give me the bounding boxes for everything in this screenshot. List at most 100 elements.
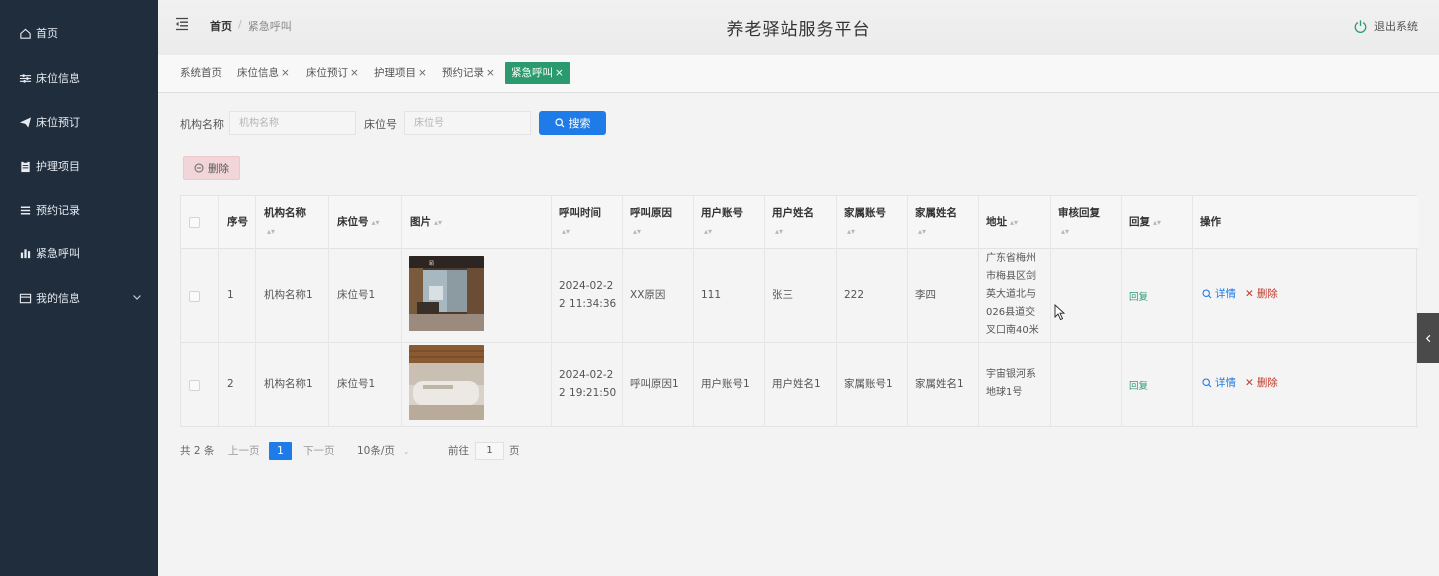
- column-divider: [693, 196, 694, 426]
- sidebar-item-bed-info[interactable]: 床位信息: [0, 56, 158, 100]
- sidebar-item-label: 首页: [36, 27, 58, 40]
- cell-user-account: 111: [701, 289, 722, 301]
- row-checkbox[interactable]: [189, 380, 200, 391]
- mouse-cursor-icon: [1054, 304, 1066, 321]
- close-icon[interactable]: ×: [281, 67, 290, 79]
- page-size-select[interactable]: 10条/页 ⌄: [357, 442, 410, 461]
- cell-bed: 床位号1: [337, 378, 376, 390]
- row-image-reception[interactable]: [409, 345, 484, 420]
- column-header-call-time[interactable]: 呼叫时间 ▴▾: [559, 204, 601, 241]
- column-header-org[interactable]: 机构名称 ▴▾: [264, 204, 306, 241]
- column-header-family-account[interactable]: 家属账号 ▴▾: [844, 204, 886, 241]
- cell-bed: 床位号1: [337, 289, 376, 301]
- sidebar-item-appointments[interactable]: 预约记录: [0, 188, 158, 232]
- sort-icon: ▴▾: [633, 227, 642, 236]
- column-divider: [836, 196, 837, 426]
- logout-button[interactable]: 退出系统: [1353, 18, 1418, 34]
- close-icon[interactable]: ×: [486, 67, 495, 79]
- page-suffix: 页: [509, 445, 520, 457]
- cell-address: 广东省梅州 市梅县区剑 英大道北与 026县道交 叉口南40米: [986, 253, 1039, 336]
- cell-family-account: 家属账号1: [844, 378, 893, 390]
- home-icon: [18, 26, 32, 40]
- column-header-user-name[interactable]: 用户姓名 ▴▾: [772, 204, 814, 241]
- sort-icon: ▴▾: [562, 227, 571, 236]
- tab-care-items[interactable]: 护理项目 ×: [374, 62, 427, 84]
- column-header-bed[interactable]: 床位号 ▴▾: [337, 213, 380, 232]
- column-divider: [764, 196, 765, 426]
- tab-appointments[interactable]: 预约记录 ×: [442, 62, 495, 84]
- tab-label: 床位信息: [237, 67, 279, 79]
- bar-chart-icon: [18, 246, 32, 260]
- side-panel-toggle[interactable]: [1417, 313, 1439, 363]
- cell-family-name: 李四: [915, 289, 936, 301]
- sort-icon: ▴▾: [918, 227, 927, 236]
- detail-button[interactable]: 详情: [1202, 375, 1236, 390]
- column-header-user-account[interactable]: 用户账号 ▴▾: [701, 204, 743, 241]
- delete-label: 删除: [1256, 288, 1278, 300]
- cell-call-reason: 呼叫原因1: [630, 378, 679, 390]
- column-divider: [401, 196, 402, 426]
- bed-number-input[interactable]: [404, 111, 531, 135]
- logout-label: 退出系统: [1374, 20, 1418, 33]
- tab-bed-info[interactable]: 床位信息 ×: [237, 62, 290, 84]
- search-icon: [554, 118, 564, 128]
- sliders-icon: [18, 71, 32, 85]
- detail-button[interactable]: 详情: [1202, 286, 1236, 301]
- close-icon: ✕: [1245, 376, 1254, 389]
- batch-delete-button[interactable]: 删除: [183, 156, 240, 180]
- sidebar-item-care-items[interactable]: 护理项目: [0, 144, 158, 188]
- sidebar-item-bed-booking[interactable]: 床位预订: [0, 100, 158, 144]
- column-header-reply[interactable]: 回复 ▴▾: [1129, 213, 1161, 232]
- search-button[interactable]: 搜索: [539, 111, 606, 135]
- lobby-photo: 頤: [409, 256, 484, 331]
- pagination-next[interactable]: 下一页: [303, 442, 335, 460]
- reply-link[interactable]: 回复: [1129, 378, 1148, 392]
- column-divider: [1050, 196, 1051, 426]
- close-icon[interactable]: ×: [555, 67, 564, 79]
- sort-icon: ▴▾: [704, 227, 713, 236]
- select-all-checkbox[interactable]: [189, 217, 200, 228]
- sidebar-item-my-info[interactable]: 我的信息: [0, 276, 158, 320]
- column-header-address[interactable]: 地址 ▴▾: [986, 213, 1018, 232]
- cell-call-reason: XX原因: [630, 289, 666, 301]
- column-header-family-name[interactable]: 家属姓名 ▴▾: [915, 204, 957, 241]
- reception-photo: [409, 345, 484, 420]
- column-header-call-reason[interactable]: 呼叫原因 ▴▾: [630, 204, 672, 241]
- row-image-lobby[interactable]: 頤: [409, 256, 484, 331]
- sidebar-item-emergency[interactable]: 紧急呼叫: [0, 231, 158, 275]
- list-icon: [18, 203, 32, 217]
- close-icon: ✕: [1245, 287, 1254, 300]
- goto-label: 前往: [448, 445, 469, 457]
- goto-page-input[interactable]: 1: [475, 442, 504, 460]
- chevron-down-icon: ⌄: [402, 447, 410, 456]
- pagination-prev[interactable]: 上一页: [228, 442, 260, 460]
- tab-emergency[interactable]: 紧急呼叫 ×: [505, 62, 570, 84]
- tab-bed-booking[interactable]: 床位预订 ×: [306, 62, 359, 84]
- emergency-call-table: 序号 机构名称 ▴▾ 床位号 ▴▾ 图片 ▴▾ 呼叫时间 ▴▾ 呼叫原因 ▴▾ 用户账号 ▴…: [180, 195, 1418, 427]
- search-icon: [1202, 288, 1212, 298]
- cell-call-time: 2024-02-2 2 19:21:50: [559, 369, 617, 399]
- svg-text:頤: 頤: [429, 261, 434, 267]
- power-icon: [1354, 19, 1367, 33]
- row-checkbox[interactable]: [189, 291, 200, 302]
- tab-home[interactable]: 系统首页: [180, 62, 222, 84]
- column-divider: [328, 196, 329, 426]
- close-icon[interactable]: ×: [418, 67, 427, 79]
- tab-label: 紧急呼叫: [511, 67, 553, 79]
- delete-button[interactable]: ✕ 删除: [1245, 286, 1278, 301]
- sidebar-item-home[interactable]: 首页: [0, 11, 158, 55]
- sort-icon: ▴▾: [1061, 227, 1070, 236]
- pagination-current-page[interactable]: 1: [269, 442, 292, 460]
- delete-button[interactable]: ✕ 删除: [1245, 375, 1278, 390]
- column-divider: [978, 196, 979, 426]
- org-name-label: 机构名称: [180, 118, 224, 131]
- sidebar-item-label: 床位预订: [36, 116, 80, 129]
- org-name-input[interactable]: [229, 111, 356, 135]
- column-header-image[interactable]: 图片 ▴▾: [410, 213, 442, 232]
- chevron-left-icon: [1425, 334, 1430, 342]
- tab-label: 护理项目: [374, 67, 416, 79]
- column-header-audit-reply[interactable]: 审核回复 ▴▾: [1058, 204, 1100, 241]
- reply-link[interactable]: 回复: [1129, 289, 1148, 303]
- close-icon[interactable]: ×: [350, 67, 359, 79]
- cell-user-name: 张三: [772, 289, 793, 301]
